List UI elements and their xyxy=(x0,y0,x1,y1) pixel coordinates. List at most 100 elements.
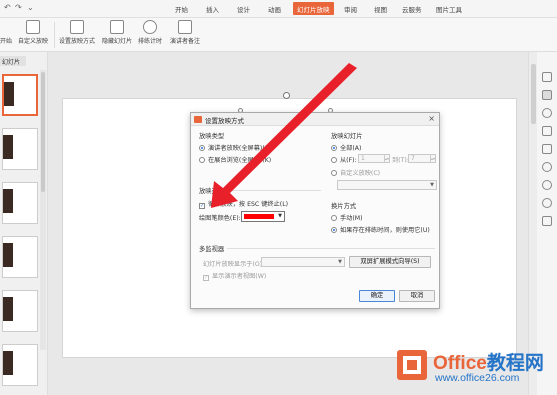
slide-thumbnail[interactable] xyxy=(2,344,38,386)
ribbon-divider xyxy=(54,22,55,48)
layout-icon[interactable] xyxy=(542,90,552,100)
watermark-brand-b: 教程网 xyxy=(486,353,544,374)
tab-picture-tools[interactable]: 图片工具 xyxy=(436,4,462,14)
checkbox-icon: ✓ xyxy=(203,275,209,281)
rehearse-label: 排练计时 xyxy=(138,38,163,45)
from-start-label: 开始 xyxy=(0,38,13,45)
chevron-down-icon: ▼ xyxy=(338,259,342,265)
spinner-arrows-icon: ▴▾ xyxy=(430,155,436,162)
use-timing-label: 如果存在排练时间，则使用它(U) xyxy=(340,227,430,234)
setup-show-icon xyxy=(70,20,84,34)
radio-icon xyxy=(331,227,337,233)
manual-advance-label: 手动(M) xyxy=(340,215,363,222)
presenter-fullscreen-label: 演讲者放映(全屏幕)(P) xyxy=(208,145,271,152)
hide-slide-label: 隐藏幻灯片 xyxy=(102,38,133,45)
radio-icon xyxy=(199,145,205,151)
slide-thumbnail[interactable] xyxy=(2,74,38,116)
tab-animation[interactable]: 动画 xyxy=(268,4,281,14)
slide-thumbnail[interactable] xyxy=(2,290,38,332)
tab-slides[interactable]: 幻灯片 xyxy=(0,56,26,66)
dropdown-icon[interactable]: ⌄ xyxy=(27,3,34,12)
slide-thumbnail[interactable] xyxy=(2,128,38,170)
transition-icon[interactable] xyxy=(542,144,552,154)
dialog-title: 设置放映方式 xyxy=(205,117,244,125)
custom-show-radio[interactable]: 自定义放映(C) xyxy=(331,168,380,177)
presenter-fullscreen-radio[interactable]: 演讲者放映(全屏幕)(P) xyxy=(199,143,271,152)
tab-design[interactable]: 设计 xyxy=(237,4,250,14)
pen-color-picker[interactable]: ▼ xyxy=(241,211,285,222)
ok-button[interactable]: 确定 xyxy=(359,290,395,302)
custom-show-button[interactable]: 自定义放映 xyxy=(18,20,48,45)
manual-advance-radio[interactable]: 手动(M) xyxy=(331,213,363,222)
radio-icon xyxy=(199,157,205,163)
share-icon[interactable] xyxy=(542,162,552,172)
from-slide-radio[interactable]: 从(F): xyxy=(331,155,357,164)
kiosk-fullscreen-label: 在展台浏览(全屏幕)(K) xyxy=(208,157,272,164)
animation-icon[interactable] xyxy=(542,126,552,136)
setup-show-button[interactable]: 设置放映方式 xyxy=(59,20,95,45)
help-icon[interactable] xyxy=(542,198,552,208)
to-slide-value: 7 xyxy=(411,155,415,162)
show-slides-label: 放映幻灯片 xyxy=(331,133,363,140)
from-slide-value: 1 xyxy=(361,155,365,162)
tab-slideshow[interactable]: 幻灯片放映 xyxy=(293,2,334,15)
from-slide-label: 从(F): xyxy=(340,157,357,164)
group-divider xyxy=(231,190,321,191)
to-slide-spinner[interactable]: 7 ▴▾ xyxy=(408,154,436,163)
setup-show-dialog: 设置放映方式 × 放映类型 演讲者放映(全屏幕)(P) 在展台浏览(全屏幕)(K… xyxy=(190,112,440,309)
watermark: Office教程网 www.office26.com xyxy=(395,342,555,392)
chevron-down-icon: ▼ xyxy=(278,213,282,219)
loop-label: 循环放映，按 ESC 键终止(L) xyxy=(208,201,289,208)
redo-icon[interactable]: ↷ xyxy=(15,3,22,12)
pen-color-swatch xyxy=(244,214,274,219)
presenter-view-checkbox[interactable]: ✓ 显示演示者视图(W) xyxy=(203,271,266,281)
to-slide-label: 到(T): xyxy=(392,157,409,164)
from-slide-spinner[interactable]: 1 ▴▾ xyxy=(358,154,390,163)
use-timing-radio[interactable]: 如果存在排练时间，则使用它(U) xyxy=(331,225,430,234)
ribbon-tab-bar: ↶ ↷ ⌄ 开始 插入 设计 动画 幻灯片放映 审阅 视图 云服务 图片工具 xyxy=(0,0,557,18)
setup-show-label: 设置放映方式 xyxy=(59,38,96,45)
presenter-notes-button[interactable]: 演讲者备注 xyxy=(170,20,200,45)
loop-checkbox[interactable]: ✓ 循环放映，按 ESC 键终止(L) xyxy=(199,199,288,209)
multi-monitor-label: 多监视器 xyxy=(199,246,225,253)
star-icon[interactable] xyxy=(542,72,552,82)
notes-icon xyxy=(178,20,192,34)
spinner-arrows-icon: ▴▾ xyxy=(384,155,390,162)
all-slides-label: 全部(A) xyxy=(340,145,362,152)
dual-screen-wizard-button[interactable]: 双屏扩展模式向导(S) xyxy=(349,256,431,268)
close-icon[interactable]: × xyxy=(428,114,435,123)
hide-slide-button[interactable]: 隐藏幻灯片 xyxy=(102,20,132,45)
custom-show-radio-label: 自定义放映(C) xyxy=(340,170,381,177)
rotate-handle[interactable] xyxy=(283,92,290,99)
shape-icon[interactable] xyxy=(542,108,552,118)
slide-thumbnail[interactable] xyxy=(2,182,38,224)
grid-icon[interactable] xyxy=(542,216,552,226)
all-slides-radio[interactable]: 全部(A) xyxy=(331,143,361,152)
hide-slide-icon xyxy=(110,20,124,34)
thumbnail-scrollbar[interactable] xyxy=(40,70,46,350)
radio-icon xyxy=(331,215,337,221)
presenter-notes-label: 演讲者备注 xyxy=(170,38,201,45)
show-type-label: 放映类型 xyxy=(199,133,225,140)
custom-show-icon xyxy=(26,20,40,34)
tab-review[interactable]: 审阅 xyxy=(344,4,357,14)
cancel-button[interactable]: 取消 xyxy=(399,290,435,302)
rehearse-timing-button[interactable]: 排练计时 xyxy=(138,20,162,45)
tab-cloud[interactable]: 云服务 xyxy=(402,4,422,14)
clock-icon xyxy=(143,20,157,34)
kiosk-fullscreen-radio[interactable]: 在展台浏览(全屏幕)(K) xyxy=(199,155,271,164)
tab-insert[interactable]: 插入 xyxy=(206,4,219,14)
tab-view[interactable]: 视图 xyxy=(374,4,387,14)
from-start-button[interactable]: 开始 xyxy=(0,36,12,45)
custom-show-select[interactable]: ▼ xyxy=(337,180,437,190)
slide-thumbnail[interactable] xyxy=(2,236,38,278)
display-on-select[interactable]: ▼ xyxy=(261,257,345,267)
ribbon-toolbar: 开始 自定义放映 设置放映方式 隐藏幻灯片 排练计时 演讲者备注 xyxy=(0,18,557,52)
slide-thumbnail-panel: 幻灯片 xyxy=(0,52,48,395)
checkbox-icon: ✓ xyxy=(199,203,205,209)
presenter-view-label: 显示演示者视图(W) xyxy=(212,273,267,280)
advance-label: 换片方式 xyxy=(331,203,357,210)
undo-icon[interactable]: ↶ xyxy=(4,3,11,12)
tab-home[interactable]: 开始 xyxy=(175,4,188,14)
history-icon[interactable] xyxy=(542,180,552,190)
